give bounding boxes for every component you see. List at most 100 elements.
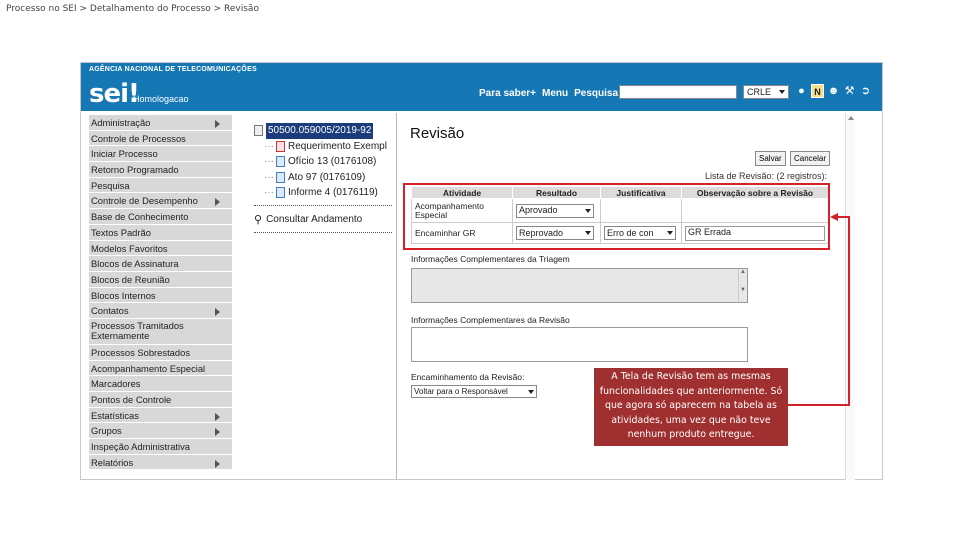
tree-process-node[interactable]: 50500.059005/2019-92 (254, 123, 394, 139)
consult-andamento-label[interactable]: Consultar Andamento (266, 214, 362, 225)
tree-document-node[interactable]: ··· Ato 97 (0176109) (254, 170, 394, 186)
sidebar-item-label: Marcadores (91, 378, 141, 390)
sidebar-item-label: Acompanhamento Especial (91, 362, 206, 374)
sidebar-item-processos-sobrestados[interactable]: Processos Sobrestados (89, 344, 232, 361)
sidebar-item-controle-processos[interactable]: Controle de Processos (89, 130, 232, 147)
sidebar-item-textos-padrao[interactable]: Textos Padrão (89, 224, 232, 241)
pdf-icon (276, 140, 285, 152)
sidebar-item-controle-desempenho[interactable]: Controle de Desempenho (89, 193, 232, 210)
chevron-right-icon (215, 428, 220, 437)
encaminhamento-value: Voltar para o Responsável (414, 387, 508, 396)
sidebar-item-label: Pesquisa (91, 179, 130, 191)
sidebar-item-label: Textos Padrão (91, 226, 151, 238)
unit-select[interactable]: CRLE (743, 85, 789, 99)
sidebar-item-blocos-internos[interactable]: Blocos Internos (89, 287, 232, 304)
tree-document-node[interactable]: ··· Requerimento Exempl (254, 139, 394, 155)
sidebar-item-pontos-controle[interactable]: Pontos de Controle (89, 392, 232, 408)
agency-name: AGÊNCIA NACIONAL DE TELECOMUNICAÇÕES (89, 66, 257, 73)
save-button[interactable]: Salvar (755, 151, 786, 166)
sidebar-item-label: Iniciar Processo (91, 148, 158, 160)
chevron-right-icon (215, 198, 220, 207)
sidebar-item-administracao[interactable]: Administração (89, 115, 232, 131)
sei-logo[interactable]: sei! (89, 79, 140, 109)
user-icon[interactable]: ☻ (827, 84, 840, 98)
tree-document-node[interactable]: ··· Informe 4 (0176119) (254, 185, 394, 201)
list-caption: Lista de Revisão: (2 registros): (705, 171, 828, 181)
document-label[interactable]: Ofício 13 (0176108) (288, 154, 376, 170)
sidebar-item-marcadores[interactable]: Marcadores (89, 376, 232, 392)
encaminhamento-label: Encaminhamento da Revisão: (411, 372, 525, 382)
users-icon[interactable]: ● (795, 84, 808, 98)
breadcrumb: Processo no SEI > Detalhamento do Proces… (6, 4, 259, 14)
sidebar-item-label: Estatísticas (91, 409, 139, 421)
tools-icon[interactable]: ⚒ (843, 84, 856, 98)
document-label[interactable]: Requerimento Exempl (288, 139, 387, 155)
sidebar-item-label: Processos Tramitados Externamente (91, 319, 184, 341)
tree-divider (254, 205, 392, 206)
page-scrollbar[interactable] (845, 113, 855, 480)
process-tree: 50500.059005/2019-92 ··· Requerimento Exe… (254, 123, 394, 201)
scroll-up-icon[interactable] (847, 116, 854, 120)
sidebar-item-blocos-reuniao[interactable]: Blocos de Reunião (89, 271, 232, 288)
link-menu[interactable]: Menu (542, 88, 568, 99)
sidebar-item-label: Blocos Internos (91, 289, 156, 301)
tree-document-node[interactable]: ··· Ofício 13 (0176108) (254, 154, 394, 170)
textarea-scrollbar[interactable]: ▲ ▼ (738, 269, 747, 302)
sidebar-item-label: Blocos de Reunião (91, 273, 170, 285)
search-input[interactable] (619, 85, 737, 99)
top-links: Para saber+ Menu Pesquisa (479, 88, 618, 99)
document-icon (276, 187, 285, 199)
sidebar-item-label: Inspeção Administrativa (91, 441, 191, 453)
sidebar-item-label: Retorno Programado (91, 164, 179, 176)
sidebar-item-estatisticas[interactable]: Estatísticas (89, 407, 232, 424)
sidebar-item-inspecao-administrativa[interactable]: Inspeção Administrativa (89, 439, 232, 455)
sidebar-item-label: Relatórios (91, 456, 134, 468)
triagem-label: Informações Complementares da Triagem (411, 254, 570, 264)
encaminhamento-select[interactable]: Voltar para o Responsável (411, 385, 537, 398)
sidebar-item-label: Grupos (91, 425, 122, 437)
sidebar-item-pesquisa[interactable]: Pesquisa (89, 177, 232, 194)
cancel-button[interactable]: Cancelar (790, 151, 831, 166)
highlight-box (403, 183, 830, 250)
document-label[interactable]: Ato 97 (0176109) (288, 170, 365, 186)
sidebar-item-processos-tramitados[interactable]: Processos Tramitados Externamente (89, 318, 232, 345)
sidebar-item-relatorios[interactable]: Relatórios (89, 454, 232, 471)
sidebar-item-base-conhecimento[interactable]: Base de Conhecimento (89, 209, 232, 225)
unit-value: CRLE (747, 87, 772, 97)
document-label[interactable]: Informe 4 (0176119) (288, 185, 378, 201)
chevron-right-icon (215, 308, 220, 317)
triagem-textarea[interactable]: ▲ ▼ (411, 268, 748, 303)
magnifier-icon: ⚲ (254, 214, 263, 226)
chevron-right-icon (215, 459, 220, 468)
folder-icon (254, 125, 263, 137)
sidebar-item-modelos-favoritos[interactable]: Modelos Favoritos (89, 240, 232, 257)
sidebar-item-grupos[interactable]: Grupos (89, 423, 232, 440)
sidebar-item-acompanhamento-especial[interactable]: Acompanhamento Especial (89, 360, 232, 377)
document-icon (276, 171, 285, 183)
revisao-textarea[interactable] (411, 327, 748, 362)
chevron-right-icon (215, 120, 220, 128)
sidebar-item-label: Controle de Processos (91, 132, 186, 144)
sidebar-item-label: Modelos Favoritos (91, 242, 168, 254)
sidebar-item-label: Pontos de Controle (91, 394, 172, 405)
process-number[interactable]: 50500.059005/2019-92 (266, 123, 374, 139)
sidebar-item-blocos-assinatura[interactable]: Blocos de Assinatura (89, 256, 232, 272)
sidebar-item-retorno-programado[interactable]: Retorno Programado (89, 162, 232, 178)
sidebar-item-label: Controle de Desempenho (91, 195, 198, 207)
sidebar-item-iniciar-processo[interactable]: Iniciar Processo (89, 146, 232, 163)
sidebar-item-label: Administração (91, 117, 151, 128)
sidebar-item-label: Base de Conhecimento (91, 211, 189, 223)
sidebar-item-label: Blocos de Assinatura (91, 258, 179, 270)
chevron-down-icon (779, 90, 785, 94)
page-title: Revisão (410, 125, 465, 142)
sidebar-item-label: Processos Sobrestados (91, 346, 191, 358)
chevron-right-icon (215, 412, 220, 421)
sidebar-menu: Administração Controle de Processos Inic… (89, 115, 232, 471)
link-para-saber[interactable]: Para saber+ (479, 88, 536, 99)
callout-note: A Tela de Revisão tem as mesmas funciona… (594, 368, 788, 446)
link-pesquisa[interactable]: Pesquisa (574, 88, 618, 99)
new-notes-icon[interactable]: N (811, 84, 824, 98)
sidebar-item-contatos[interactable]: Contatos (89, 303, 232, 319)
exit-icon[interactable]: ➲ (859, 84, 872, 98)
consult-andamento-link[interactable]: ⚲ Consultar Andamento (254, 213, 362, 226)
